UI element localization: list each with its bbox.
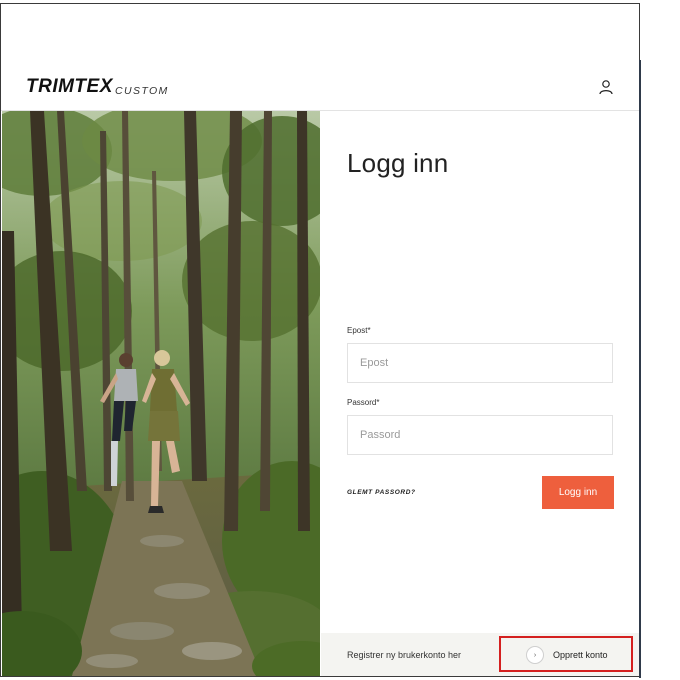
page-title: Logg inn — [347, 148, 449, 178]
brand-logo[interactable]: TRIMTEX — [26, 76, 113, 98]
user-icon[interactable] — [598, 79, 614, 95]
login-panel — [321, 111, 639, 676]
email-label: Epost* — [347, 326, 371, 335]
brand-logo-sub: CUSTOM — [115, 85, 169, 97]
hero-photo — [2, 111, 320, 676]
login-button[interactable]: Logg inn — [542, 476, 614, 509]
register-text: Registrer ny brukerkonto her — [347, 650, 462, 660]
password-field[interactable] — [347, 415, 613, 455]
forgot-password-link[interactable]: GLEMT PASSORD? — [347, 489, 416, 496]
highlight-box — [499, 636, 633, 672]
email-field[interactable] — [347, 343, 613, 383]
window-edge — [639, 60, 641, 678]
password-label: Passord* — [347, 398, 380, 407]
